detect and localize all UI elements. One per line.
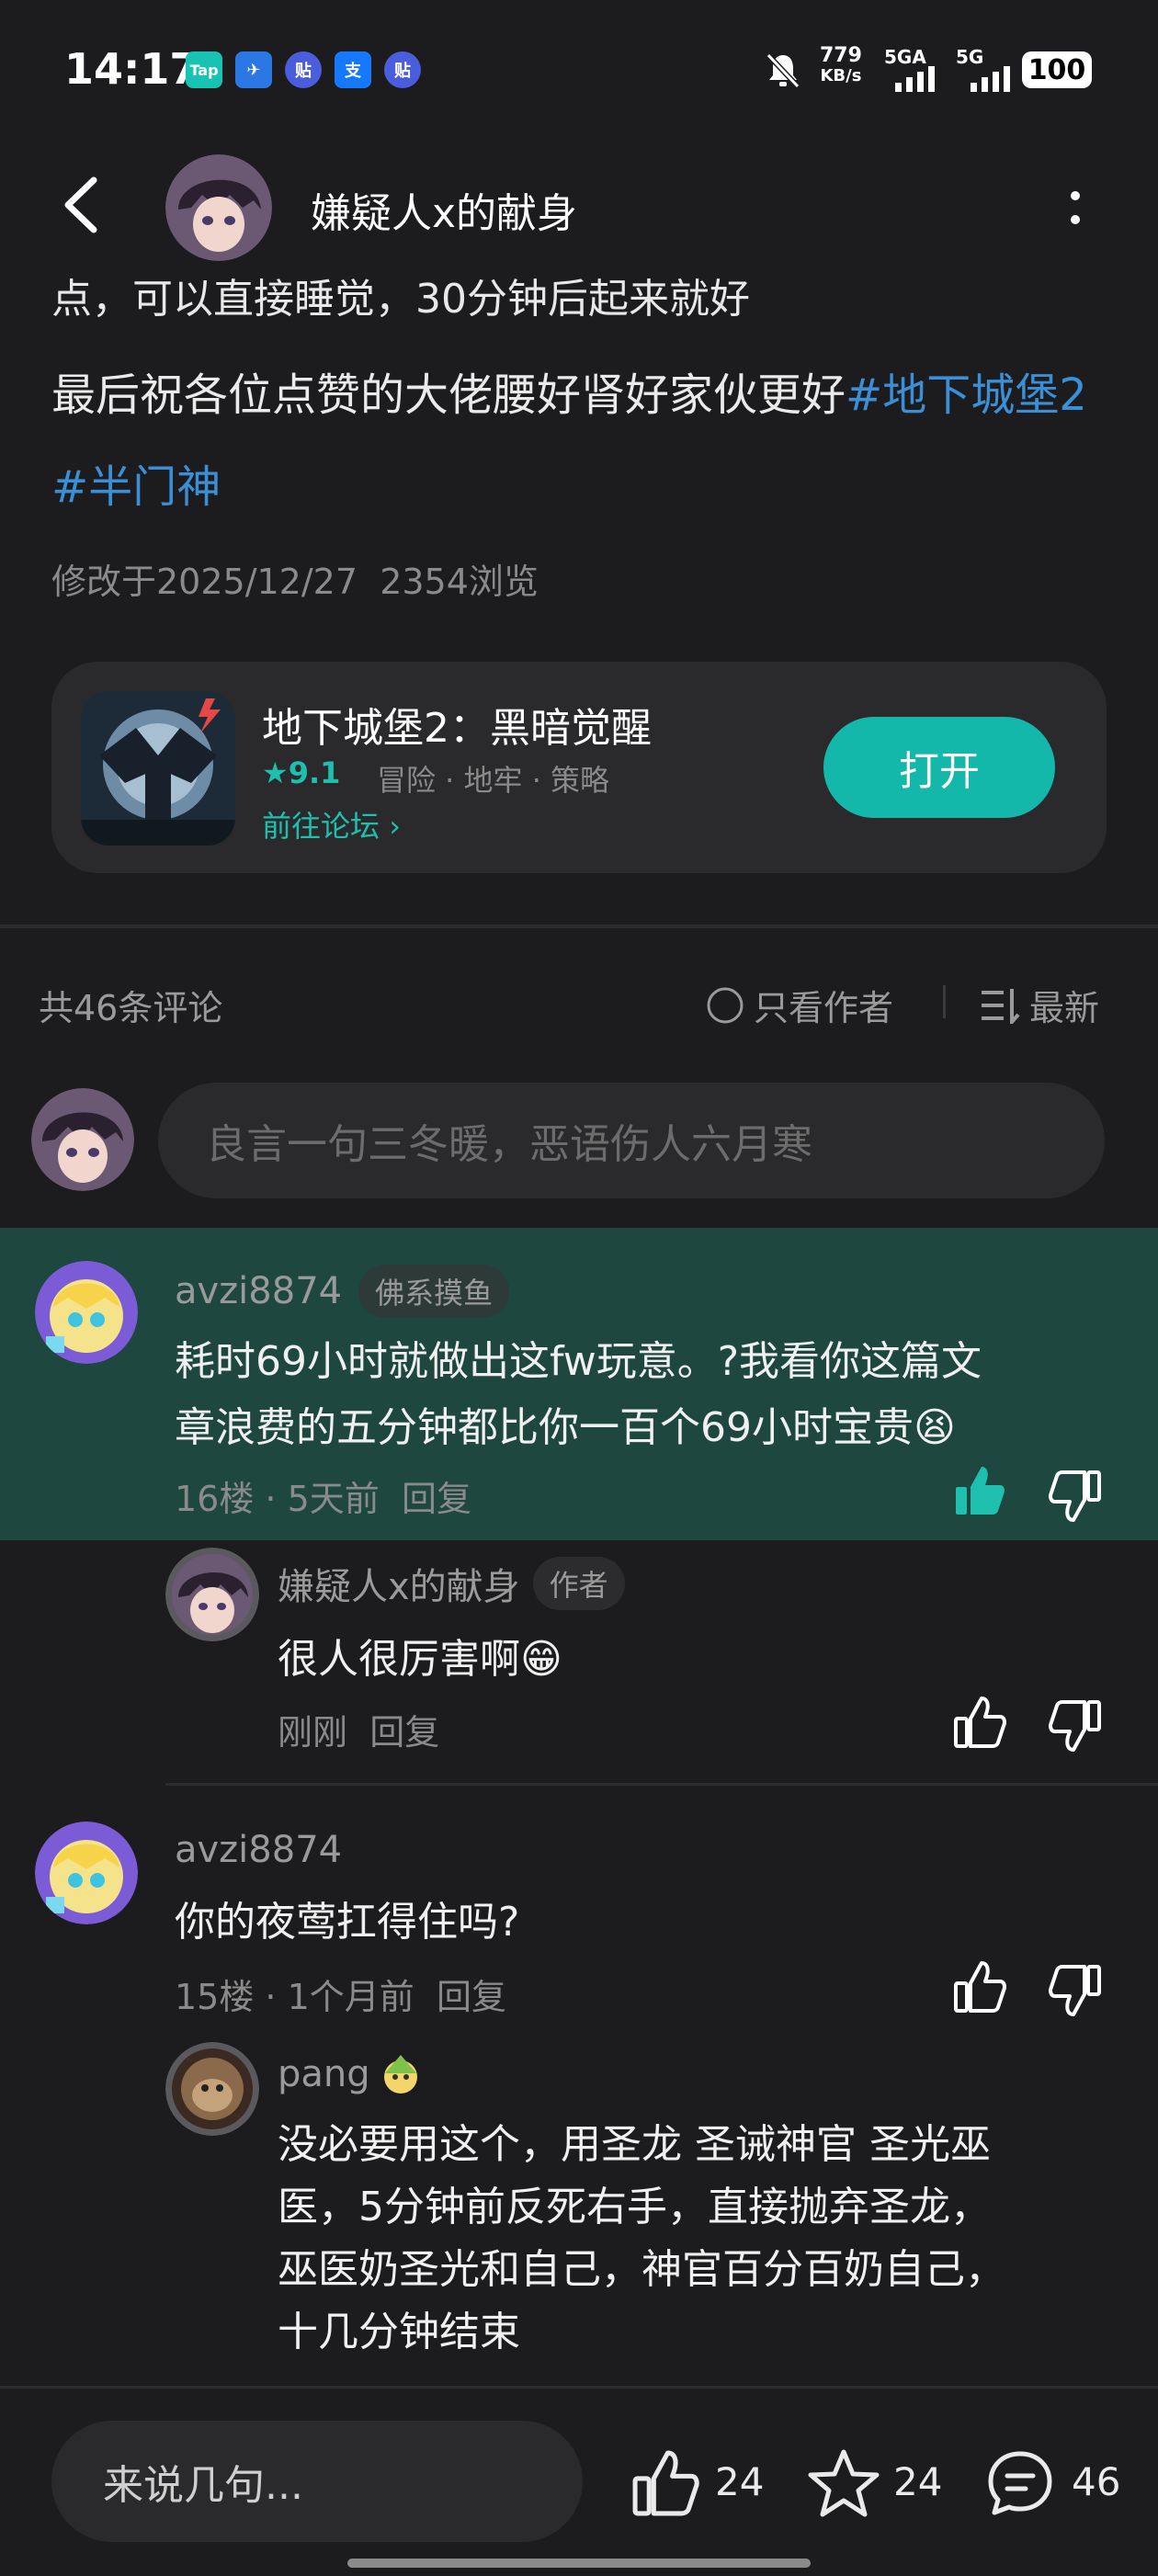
reply-username[interactable]: pang: [278, 2053, 370, 2095]
comment-text: 你的夜莺扛得住吗?: [175, 1899, 520, 1946]
modified-date: 修改于2025/12/27: [51, 562, 358, 602]
like-icon[interactable]: [952, 1959, 1007, 2014]
user-avatar[interactable]: [35, 1261, 138, 1364]
radio-circle-icon: [707, 987, 744, 1023]
separator: [943, 985, 946, 1018]
star-icon: ★: [262, 755, 289, 790]
only-author-toggle[interactable]: 只看作者: [706, 980, 893, 1030]
like-post-icon[interactable]: [630, 2448, 700, 2518]
game-name[interactable]: 地下城堡2：黑暗觉醒: [262, 695, 652, 754]
mute-bell-icon: [766, 52, 800, 89]
reply-avatar[interactable]: [165, 2042, 259, 2136]
author-badge: 作者: [532, 1557, 625, 1610]
reply-text: 没必要用这个，用圣龙 圣诫神官 圣光巫 医，5分钟前反死右手，直接抛弃圣龙， 巫…: [278, 2114, 1105, 2364]
post-text: 最后祝各位点赞的大佬腰好肾好家伙更好: [51, 369, 846, 421]
tieba2-app-icon: 贴: [384, 51, 421, 88]
dislike-icon[interactable]: [1048, 1698, 1103, 1753]
reply-text: 很人很厉害啊😁: [278, 1636, 562, 1683]
more-options-icon[interactable]: [1066, 188, 1084, 229]
reply-link[interactable]: 回复: [369, 1712, 439, 1753]
game-thumbnail[interactable]: [81, 691, 235, 845]
comment-text: 耗时69小时就做出这fw玩意。?我看你这篇文 章浪费的五分钟都比你一百个69小时…: [175, 1329, 1094, 1461]
tieba-app-icon: 贴: [285, 51, 322, 88]
dislike-icon[interactable]: [1048, 1963, 1103, 2018]
signal2-bars-icon: [971, 66, 1010, 92]
author-reply-avatar[interactable]: [165, 1548, 259, 1641]
post-paragraph: 最后祝各位点赞的大佬腰好肾好家伙更好#地下城堡2 #半门神: [51, 349, 1118, 533]
hashtag-link[interactable]: #地下城堡2: [846, 369, 1087, 421]
like-count: 24: [715, 2459, 765, 2504]
reply-username[interactable]: 嫌疑人x的献身: [278, 1557, 520, 1610]
game-rating: ★9.1: [262, 755, 340, 790]
game-genres: 冒险 · 地牢 · 策略: [377, 763, 610, 798]
user-badge: 佛系摸鱼: [358, 1265, 510, 1318]
comment-total: 46: [1072, 2459, 1121, 2504]
only-author-label: 只看作者: [754, 988, 894, 1028]
floor-time: 15楼 · 1个月前: [175, 1977, 414, 2017]
status-time: 14:17: [64, 44, 199, 94]
rating-value: 9.1: [288, 755, 341, 790]
comment-bubble-icon[interactable]: [983, 2446, 1057, 2520]
reply-meta: 刚刚 回复: [278, 1704, 439, 1754]
open-game-button[interactable]: 打开: [823, 717, 1055, 818]
bottom-comment-input[interactable]: 来说几句...: [51, 2421, 583, 2542]
reply-time: 刚刚: [278, 1712, 348, 1753]
author-avatar[interactable]: [165, 154, 272, 261]
reply-line: 医，5分钟前反死右手，直接抛弃圣龙，: [278, 2184, 991, 2230]
chevron-right-icon: ›: [389, 809, 401, 844]
comment-line: 耗时69小时就做出这fw玩意。?我看你这篇文: [175, 1338, 982, 1385]
comment-input[interactable]: 良言一句三冬暖，恶语伤人六月寒: [158, 1083, 1105, 1198]
comment-username[interactable]: avzi8874: [175, 1270, 342, 1312]
comment-count: 共46条评论: [39, 988, 223, 1028]
my-avatar[interactable]: [31, 1088, 134, 1191]
reply-line: 没必要用这个，用圣龙 圣诫神官 圣光巫: [278, 2121, 991, 2168]
view-count: 2354浏览: [380, 562, 539, 602]
home-indicator[interactable]: [347, 2559, 811, 2568]
back-arrow-icon[interactable]: [57, 173, 103, 237]
reply-line: 十几分钟结束: [278, 2309, 520, 2355]
post-text-cut: 点，可以直接睡觉，30分钟后起来就好: [51, 276, 750, 320]
page-title: 嫌疑人x的献身: [311, 190, 578, 237]
signal1-bars-icon: [895, 66, 935, 92]
comment-line: 章浪费的五分钟都比你一百个69小时宝贵😫: [175, 1404, 956, 1451]
favorite-star-icon[interactable]: [807, 2446, 880, 2520]
post-meta: 修改于2025/12/27 2354浏览: [51, 553, 539, 604]
reply-link[interactable]: 回复: [437, 1977, 506, 2017]
net-speed: 779: [820, 44, 862, 67]
reply-link[interactable]: 回复: [402, 1479, 471, 1519]
comment-meta: 16楼 · 5天前 回复: [175, 1470, 471, 1521]
alipay-app-icon: 支: [335, 51, 371, 88]
comment-username[interactable]: avzi8874: [175, 1829, 342, 1871]
favorite-count: 24: [893, 2459, 943, 2504]
hashtag-link[interactable]: #半门神: [51, 461, 221, 513]
comment-meta: 15楼 · 1个月前 回复: [175, 1969, 506, 2019]
comment-divider: [165, 1783, 1158, 1786]
tap-app-icon: Tap: [186, 51, 222, 88]
user-avatar[interactable]: [35, 1821, 138, 1924]
sort-label: 最新: [1029, 988, 1100, 1028]
forum-link-label: 前往论坛: [262, 809, 380, 844]
forum-link[interactable]: 前往论坛 ›: [262, 803, 401, 845]
reply-line: 巫医奶圣光和自己，神官百分百奶自己，: [278, 2246, 1005, 2293]
sort-button[interactable]: 最新: [982, 980, 1099, 1030]
battery-indicator: 100: [1022, 51, 1092, 88]
like-icon[interactable]: [952, 1695, 1007, 1750]
emoji-badge-icon: [383, 2055, 417, 2094]
floor-time: 16楼 · 5天前: [175, 1479, 380, 1519]
dislike-icon[interactable]: [1048, 1469, 1103, 1524]
sort-icon: [982, 988, 1020, 1024]
like-filled-icon[interactable]: [952, 1463, 1007, 1518]
section-divider: [0, 925, 1158, 928]
airplane-app-icon: ✈: [235, 51, 272, 88]
net-speed-unit: KB/s: [820, 66, 862, 85]
